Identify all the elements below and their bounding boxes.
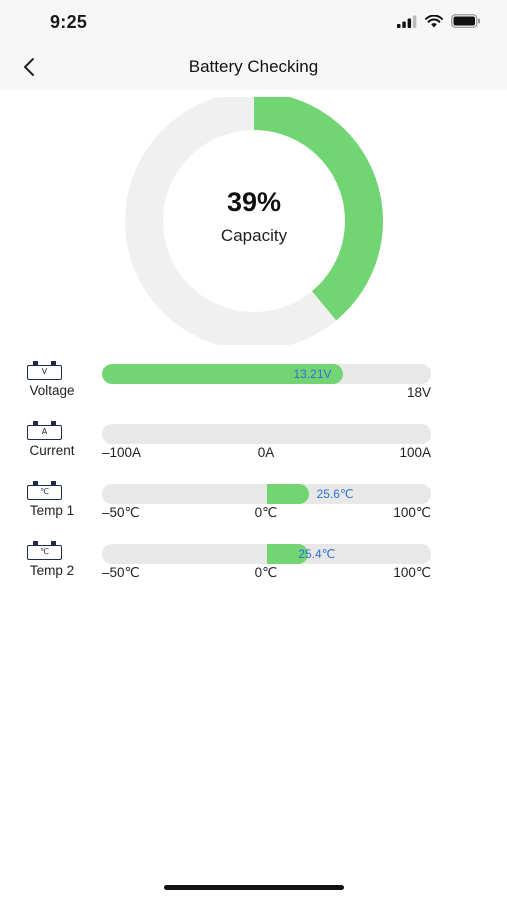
meter-track: [102, 424, 431, 444]
scale-mid-label: 0℃: [254, 505, 278, 520]
current-meter: A Current –100A 0A 100A: [0, 421, 507, 465]
meter-value: 25.4℃: [298, 547, 336, 561]
status-bar: 9:25: [0, 0, 507, 44]
battery-icon: [451, 14, 480, 28]
scale-max-label: 100A: [399, 445, 431, 460]
meter-label: Temp 2: [29, 563, 75, 578]
meter-icon-symbol: A: [27, 425, 62, 440]
voltage-icon: V: [26, 361, 64, 383]
scale-mid-label: 0A: [257, 445, 275, 460]
status-icons: [397, 14, 481, 28]
meter-icon-symbol: ℃: [27, 485, 62, 500]
capacity-percent: 39%: [226, 187, 282, 217]
scale-max-label: 100℃: [393, 505, 431, 520]
scale-min-label: –50℃: [102, 505, 140, 520]
scale-max-label: 18V: [406, 385, 431, 400]
temp-1-meter: ℃ Temp 1 25.6℃ –50℃ 0℃ 100℃: [0, 481, 507, 525]
meter-track: 25.4℃: [102, 544, 431, 564]
gauge-center: 39% Capacity: [103, 187, 405, 246]
meter-label: Temp 1: [29, 503, 75, 518]
page-title: Battery Checking: [188, 57, 319, 76]
voltage-meter: V Voltage 13.21V 18V: [0, 361, 507, 405]
temp-2-meter: ℃ Temp 2 25.4℃ –50℃ 0℃ 100℃: [0, 541, 507, 585]
scale-mid-label: 0℃: [254, 565, 278, 580]
status-time: 9:25: [50, 12, 88, 32]
scale-min-label: –100A: [102, 445, 142, 460]
meter-icon-symbol: V: [27, 365, 62, 380]
capacity-gauge: 39% Capacity: [103, 92, 405, 350]
meter-track: 13.21V: [102, 364, 431, 384]
current-icon: A: [26, 421, 64, 443]
home-indicator: [164, 885, 344, 890]
capacity-label: Capacity: [220, 226, 288, 245]
temperature-2-icon: ℃: [26, 541, 64, 563]
meter-track: 25.6℃: [102, 484, 431, 504]
meter-value: 25.6℃: [316, 487, 354, 501]
meter-value: 13.21V: [293, 367, 332, 381]
meter-icon-symbol: ℃: [27, 545, 62, 560]
cellular-signal-icon: [397, 15, 417, 28]
meter-label: Current: [29, 443, 75, 458]
temperature-1-icon: ℃: [26, 481, 64, 503]
nav-bar: Battery Checking: [0, 44, 507, 90]
scale-max-label: 100℃: [393, 565, 431, 580]
meter-label: Voltage: [29, 383, 75, 398]
wifi-icon: [425, 14, 443, 27]
scale-min-label: –50℃: [102, 565, 140, 580]
meter-fill: [266, 484, 309, 504]
